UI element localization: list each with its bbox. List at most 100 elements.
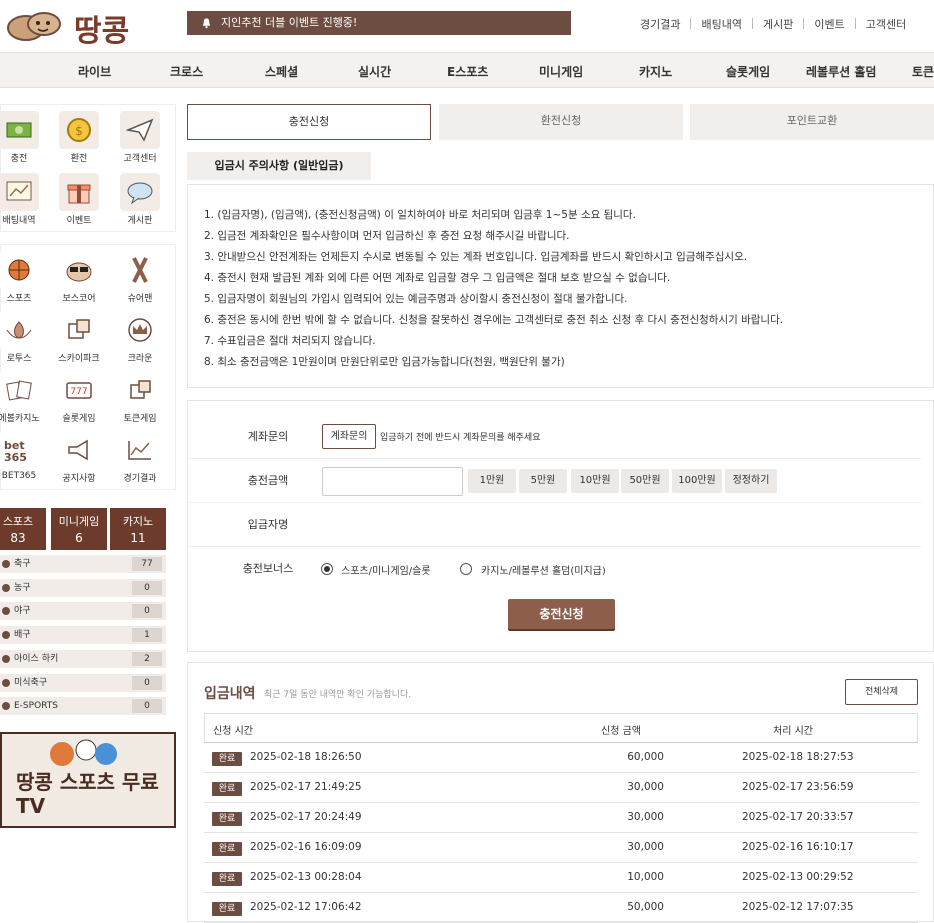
table-row[interactable]: 완료 2025-02-17 21:49:25 30,000 2025-02-17 23… <box>204 773 918 803</box>
history-title: 입금내역 <box>204 686 256 702</box>
notice-bar[interactable]: 지인추천 더블 이벤트 진행중! <box>187 11 571 35</box>
site-logo[interactable]: 땅콩 <box>4 6 154 49</box>
nav-esports[interactable]: E스포츠 <box>447 63 488 80</box>
nav-special[interactable]: 스페셜 <box>265 63 298 80</box>
sport-item-baseball[interactable]: 야구 0 <box>0 602 166 620</box>
status-badge: 완료 <box>212 872 242 886</box>
sport-item-volleyball[interactable]: 배구 1 <box>0 626 166 644</box>
bonus-option-sports[interactable]: 스포츠/미니게임/슬롯 <box>341 562 431 577</box>
quick-event[interactable]: 이벤트 <box>56 173 102 226</box>
amount-50k-button[interactable]: 5만원 <box>519 469 567 493</box>
quick-menu-2: 스포츠 보스코어 슈어맨 로투스 스카이파크 크라운 에볼카지노 777 슬롯게임… <box>0 244 176 490</box>
hockey-stick-icon <box>2 655 10 663</box>
svg-text:$: $ <box>75 124 83 138</box>
nav-holdem[interactable]: 레볼루션 홀덤 <box>806 63 876 80</box>
ribbon-icon <box>120 251 160 289</box>
quick-slot[interactable]: 777 슬롯게임 <box>56 371 102 424</box>
quick-lotus[interactable]: 로투스 <box>0 311 42 364</box>
col-processed: 처리 시간 <box>773 726 813 737</box>
bonus-option-casino[interactable]: 카지노/레볼루션 홀덤(미지급) <box>481 562 606 577</box>
svg-text:365: 365 <box>4 451 27 463</box>
nav-live[interactable]: 라이브 <box>78 63 111 80</box>
quick-notice[interactable]: 공지사항 <box>56 431 102 484</box>
bonus-row: 충전보너스 스포츠/미니게임/슬롯 카지노/레볼루션 홀덤(미지급) <box>188 547 921 591</box>
quick-deposit[interactable]: 충전 <box>0 111 42 164</box>
quick-crown[interactable]: 크라운 <box>117 311 163 364</box>
sport-item-icehockey[interactable]: 아이스 하키 2 <box>0 650 166 668</box>
quick-token-game[interactable]: 토큰게임 <box>117 371 163 424</box>
history-subtitle: 최근 7일 동안 내역만 확인 가능합니다. <box>264 690 412 700</box>
nav-minigame[interactable]: 미니게임 <box>539 63 583 80</box>
nav-casino[interactable]: 카지노 <box>639 63 672 80</box>
deposit-history: 입금내역 최근 7일 동안 내역만 확인 가능합니다. 전체삭제 신청 시간 신… <box>187 662 934 923</box>
amount-500k-button[interactable]: 50만원 <box>621 469 669 493</box>
svg-text:777: 777 <box>70 387 87 397</box>
section-subtitle: 입금시 주의사항 (일반입금) <box>187 152 371 180</box>
quick-sports[interactable]: 스포츠 <box>0 251 42 304</box>
quick-support[interactable]: 고객센터 <box>117 111 163 164</box>
amount-1m-button[interactable]: 100만원 <box>672 469 722 493</box>
tab-withdraw[interactable]: 환전신청 <box>439 104 683 140</box>
bonus-radio-sports[interactable] <box>321 563 333 575</box>
quick-bet-history[interactable]: 배팅내역 <box>0 173 42 226</box>
table-row[interactable]: 완료 2025-02-18 18:26:50 60,000 2025-02-18 18… <box>204 743 918 773</box>
nav-token[interactable]: 토큰 <box>912 63 934 80</box>
col-amount: 신청 금액 <box>601 726 641 737</box>
status-badge: 완료 <box>212 842 242 856</box>
submit-deposit-button[interactable]: 충전신청 <box>508 599 615 629</box>
cash-icon <box>0 111 39 149</box>
toplink-event[interactable]: 이벤트 <box>814 18 844 31</box>
quick-withdraw[interactable]: $ 환전 <box>56 111 102 164</box>
tab-point-exchange[interactable]: 포인트교환 <box>690 104 934 140</box>
amount-10k-button[interactable]: 1만원 <box>468 469 516 493</box>
nav-cross[interactable]: 크로스 <box>170 63 203 80</box>
tab-deposit[interactable]: 충전신청 <box>187 104 431 140</box>
banner-text: 땅콩 스포츠 무료 TV <box>16 770 159 818</box>
divider <box>690 18 692 29</box>
sport-item-american-football[interactable]: 미식축구 0 <box>0 674 166 692</box>
category-tab-sports[interactable]: 스포츠 83 <box>0 508 46 550</box>
quick-board[interactable]: 게시판 <box>117 173 163 226</box>
notice-text: 지인추천 더블 이벤트 진행중! <box>221 16 358 29</box>
cards-icon <box>0 371 39 409</box>
amount-input[interactable] <box>322 467 463 496</box>
table-row[interactable]: 완료 2025-02-16 16:09:09 30,000 2025-02-16 16… <box>204 833 918 863</box>
amount-100k-button[interactable]: 10만원 <box>571 469 619 493</box>
category-tab-minigame[interactable]: 미니게임 6 <box>51 508 107 550</box>
bonus-label: 충전보너스 <box>242 562 294 575</box>
dice-icon <box>120 371 160 409</box>
speech-bubble-icon <box>120 173 160 211</box>
table-row[interactable]: 완료 2025-02-13 00:28:04 10,000 2025-02-13 00… <box>204 863 918 893</box>
quick-skypark[interactable]: 스카이파크 <box>56 311 102 364</box>
crown-icon <box>120 311 160 349</box>
quick-evolution-casino[interactable]: 에볼카지노 <box>0 371 42 424</box>
toplink-bet-history[interactable]: 배팅내역 <box>701 18 741 31</box>
sport-item-basketball[interactable]: 농구 0 <box>0 579 166 597</box>
nav-realtime[interactable]: 실시간 <box>358 63 391 80</box>
category-tab-casino[interactable]: 카지노 11 <box>110 508 166 550</box>
coin-icon: $ <box>59 111 99 149</box>
quick-sureman[interactable]: 슈어맨 <box>117 251 163 304</box>
account-hint: 입금하기 전에 반드시 계좌문의를 해주세요 <box>380 433 541 443</box>
rule-line: 5. 입금자명이 회원님의 가입시 입력되어 있는 예금주명과 상이할시 충전신… <box>204 293 628 305</box>
quick-bet365[interactable]: bet 365 BET365 <box>0 431 42 481</box>
table-row[interactable]: 완료 2025-02-17 20:24:49 30,000 2025-02-17 20… <box>204 803 918 833</box>
account-row: 계좌문의 계좌문의 입금하기 전에 반드시 계좌문의를 해주세요 <box>188 415 921 459</box>
rule-line: 8. 최소 충전금액은 1만원이며 만원단위로만 입금가능합니다(천원, 백원단… <box>204 356 565 368</box>
delete-all-button[interactable]: 전체삭제 <box>845 679 918 705</box>
amount-reset-button[interactable]: 정정하기 <box>725 469 777 493</box>
bonus-radio-casino[interactable] <box>460 563 472 575</box>
nav-slot[interactable]: 슬롯게임 <box>726 63 770 80</box>
account-inquiry-button[interactable]: 계좌문의 <box>322 424 376 449</box>
sport-item-soccer[interactable]: 축구 77 <box>0 555 166 573</box>
paper-plane-icon <box>120 111 160 149</box>
rule-line: 4. 충전시 현재 발급된 계좌 외에 다른 어떤 계좌로 입금할 경우 그 입… <box>204 272 671 284</box>
toplink-results[interactable]: 경기결과 <box>640 18 680 31</box>
quick-match-results[interactable]: 경기결과 <box>117 431 163 484</box>
quick-boscore[interactable]: 보스코어 <box>56 251 102 304</box>
toplink-board[interactable]: 게시판 <box>763 18 793 31</box>
free-tv-banner[interactable]: 땅콩 스포츠 무료 TV <box>0 732 176 828</box>
sport-item-esports[interactable]: E-SPORTS 0 <box>0 697 166 715</box>
toplink-support[interactable]: 고객센터 <box>866 18 906 31</box>
table-row[interactable]: 완료 2025-02-12 17:06:42 50,000 2025-02-12 17… <box>204 893 918 923</box>
